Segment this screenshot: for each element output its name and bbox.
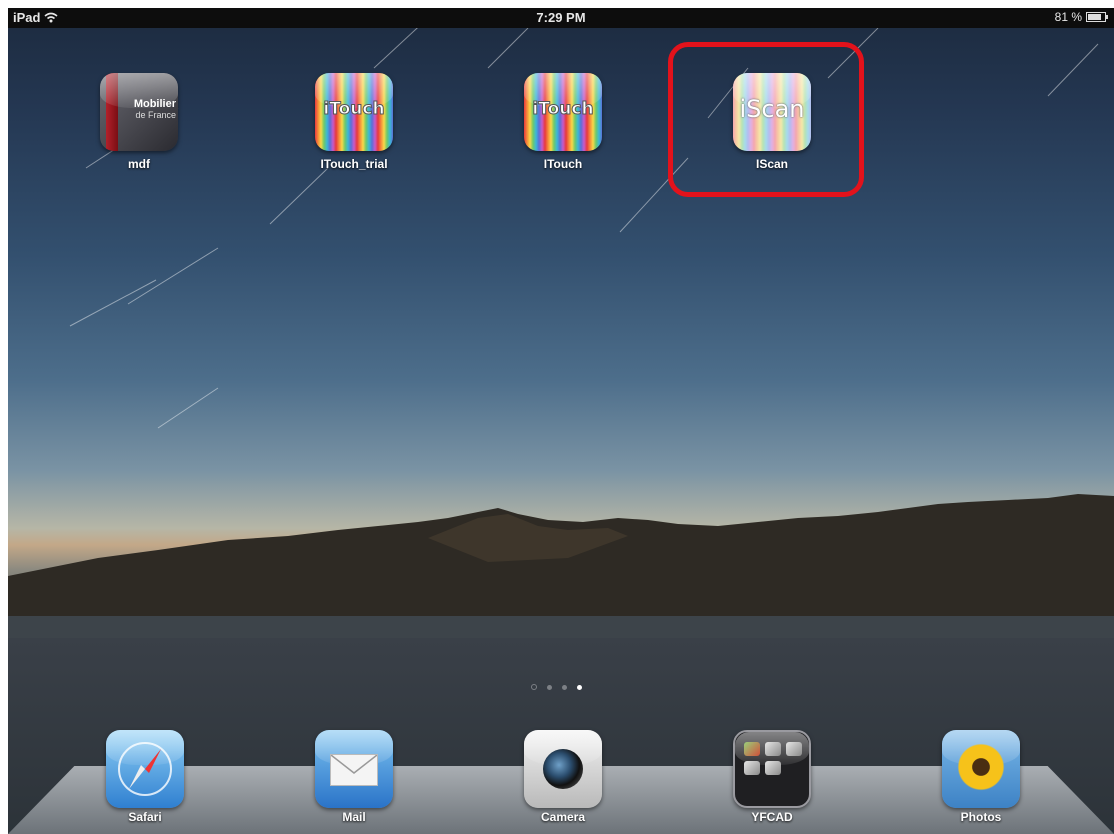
dock-folder-yfcad[interactable]: YFCAD — [717, 730, 827, 824]
sunflower-icon — [942, 730, 1020, 808]
page-dot — [547, 684, 552, 690]
ipad-home-screen: iPad 7:29 PM 81 % Mobilier de France mdf — [8, 8, 1114, 834]
app-label: Mail — [342, 810, 366, 824]
page-dot-active — [577, 684, 582, 690]
wallpaper-mountains — [8, 494, 1114, 638]
mdf-icon-subtitle: de France — [135, 110, 176, 120]
battery-percent: 81 % — [1054, 10, 1082, 24]
mail-envelope-icon — [315, 730, 393, 808]
iscan-icon-text: iScan — [739, 95, 805, 123]
itouch-icon-text: iTouch — [532, 99, 594, 120]
app-label: Camera — [540, 810, 586, 824]
app-itouch-trial[interactable]: iTouch ITouch_trial — [299, 73, 409, 171]
page-dot — [562, 684, 567, 690]
mdf-icon: Mobilier de France — [100, 73, 178, 151]
battery-icon — [1086, 12, 1108, 22]
dock-app-photos[interactable]: Photos — [926, 730, 1036, 824]
dock-app-safari[interactable]: Safari — [90, 730, 200, 824]
clock: 7:29 PM — [536, 10, 586, 25]
dock-app-camera[interactable]: Camera — [508, 730, 618, 824]
app-mdf[interactable]: Mobilier de France mdf — [84, 73, 194, 171]
status-bar: iPad 7:29 PM 81 % — [8, 8, 1114, 28]
dock-app-mail[interactable]: Mail — [299, 730, 409, 824]
itouch-icon: iTouch — [315, 73, 393, 151]
app-label: ITouch_trial — [320, 157, 388, 171]
folder-icon — [733, 730, 811, 808]
itouch-icon-text: iTouch — [323, 99, 385, 120]
page-indicator[interactable] — [531, 684, 582, 690]
app-label: YFCAD — [751, 810, 793, 824]
app-label: Safari — [128, 810, 162, 824]
app-label: ITouch — [543, 157, 583, 171]
search-page-icon — [531, 684, 537, 690]
safari-compass-icon — [106, 730, 184, 808]
itouch-icon: iTouch — [524, 73, 602, 151]
mdf-icon-title: Mobilier — [133, 98, 176, 110]
app-label: Photos — [960, 810, 1002, 824]
app-label: mdf — [128, 157, 150, 171]
app-itouch[interactable]: iTouch ITouch — [508, 73, 618, 171]
camera-lens-icon — [524, 730, 602, 808]
